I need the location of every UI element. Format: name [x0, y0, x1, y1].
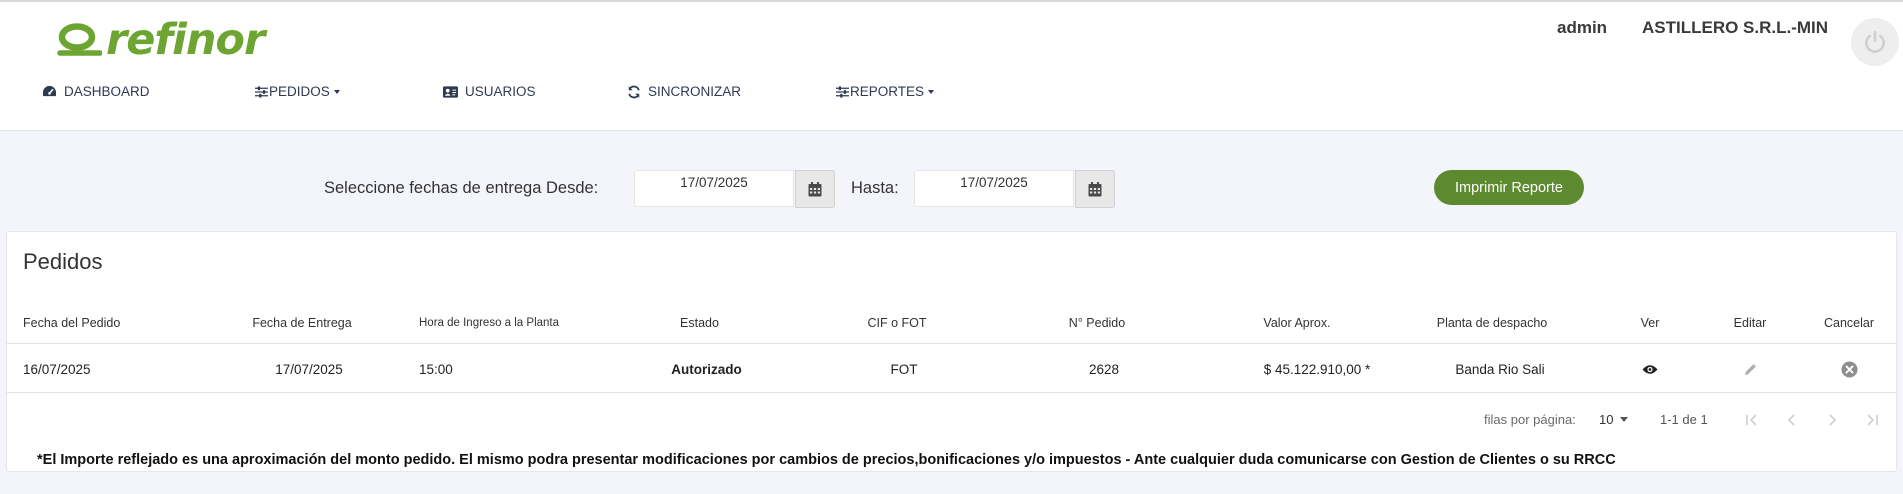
print-report-button[interactable]: Imprimir Reporte — [1434, 170, 1584, 205]
col-valor[interactable]: Valor Aprox. — [1232, 302, 1362, 344]
desde-calendar-button[interactable] — [795, 170, 835, 208]
sync-icon — [628, 85, 640, 98]
table-header: Fecha del Pedido Fecha de Entrega Hora d… — [7, 302, 1896, 344]
chevron-right-icon — [1829, 414, 1837, 426]
cell-valor: $ 45.122.910,00 * — [1263, 361, 1371, 377]
first-page-button[interactable] — [1741, 410, 1763, 430]
chevron-left-icon — [1787, 414, 1795, 426]
last-page-button[interactable] — [1861, 410, 1883, 430]
main-nav: DASHBOARD PEDIDOS USUARIOS SINCRONIZAR R… — [0, 84, 1903, 102]
logout-button[interactable] — [1851, 18, 1899, 66]
col-planta[interactable]: Planta de despacho — [1412, 302, 1572, 344]
prev-page-button[interactable] — [1781, 410, 1803, 430]
sliders-icon — [255, 85, 268, 98]
cell-cif-fot: FOT — [890, 361, 918, 377]
col-editar: Editar — [1733, 316, 1767, 330]
cell-nro-pedido: 2628 — [1088, 361, 1120, 377]
sliders-icon — [836, 85, 849, 98]
hasta-label: Hasta: — [851, 179, 899, 197]
company-name: ASTILLERO S.R.L.-MIN — [1642, 18, 1829, 37]
orders-title: Pedidos — [23, 249, 103, 274]
nav-sincronizar[interactable]: SINCRONIZAR — [627, 84, 741, 99]
nav-usuarios-label: USUARIOS — [465, 84, 536, 99]
col-cancelar: Cancelar — [1823, 316, 1875, 330]
col-hora-ingreso[interactable]: Hora de Ingreso a la Planta — [419, 302, 559, 344]
cell-fecha-pedido: 16/07/2025 — [23, 361, 91, 377]
nav-reportes[interactable]: REPORTES — [836, 84, 935, 99]
tachometer-icon — [43, 85, 56, 97]
first-page-icon — [1746, 414, 1757, 426]
price-disclaimer: *El Importe reflejado es una aproximació… — [37, 452, 1616, 468]
id-card-icon — [443, 85, 458, 98]
logo-mark-icon — [57, 23, 102, 56]
table-row: 16/07/2025 17/07/2025 15:00 Autorizado F… — [7, 345, 1896, 393]
chevron-down-icon — [1620, 417, 1629, 422]
view-button[interactable] — [1615, 345, 1685, 393]
nav-dashboard[interactable]: DASHBOARD — [42, 84, 150, 99]
nav-usuarios[interactable]: USUARIOS — [443, 84, 536, 99]
rows-per-page-value: 10 — [1599, 412, 1614, 427]
pencil-icon — [1744, 363, 1756, 375]
nav-sincronizar-label: SINCRONIZAR — [648, 84, 742, 99]
close-circle-icon — [1840, 360, 1858, 378]
desde-date-input[interactable] — [634, 170, 794, 207]
chevron-down-icon — [928, 89, 935, 94]
hasta-date-input[interactable] — [914, 170, 1074, 207]
date-filter: Seleccione fechas de entrega Desde: Hast… — [0, 170, 1903, 208]
rows-per-page-select[interactable]: 10 — [1599, 412, 1629, 427]
col-ver: Ver — [1640, 316, 1660, 330]
nav-pedidos[interactable]: PEDIDOS — [255, 84, 340, 99]
col-fecha-pedido[interactable]: Fecha del Pedido — [23, 302, 173, 344]
power-icon — [1865, 30, 1885, 53]
last-page-icon — [1867, 414, 1878, 426]
nav-reportes-label: REPORTES — [850, 84, 925, 99]
nav-dashboard-label: DASHBOARD — [64, 84, 150, 99]
refinor-logo[interactable]: refinor — [56, 15, 265, 65]
cancel-order-button[interactable] — [1814, 345, 1884, 393]
current-user: admin — [1557, 18, 1608, 37]
calendar-icon — [808, 181, 822, 196]
orders-card: Pedidos Fecha del Pedido Fecha de Entreg… — [6, 231, 1897, 472]
calendar-icon — [1088, 181, 1102, 196]
cell-planta: Banda Rio Sali — [1455, 361, 1545, 377]
nav-pedidos-label: PEDIDOS — [269, 84, 330, 99]
col-estado[interactable]: Estado — [637, 302, 762, 344]
pagination-range: 1-1 de 1 — [1660, 412, 1708, 427]
hasta-calendar-button[interactable] — [1075, 170, 1115, 208]
col-cif-fot[interactable]: CIF o FOT — [837, 302, 957, 344]
cell-estado: Autorizado — [671, 361, 742, 377]
cell-fecha-entrega: 17/07/2025 — [275, 361, 343, 377]
logo-wordmark: refinor — [106, 15, 265, 65]
eye-icon — [1642, 364, 1658, 374]
chevron-down-icon — [333, 89, 340, 94]
cell-hora-ingreso: 15:00 — [419, 361, 453, 377]
edit-button[interactable] — [1715, 345, 1785, 393]
app-header: refinor admin ASTILLERO S.R.L.-MIN DASHB… — [0, 2, 1903, 131]
desde-label: Seleccione fechas de entrega Desde: — [324, 179, 599, 197]
rows-per-page-label: filas por página: — [1484, 412, 1576, 427]
col-fecha-entrega[interactable]: Fecha de Entrega — [232, 302, 372, 344]
next-page-button[interactable] — [1821, 410, 1843, 430]
pagination: filas por página: 10 1-1 de 1 — [7, 410, 1896, 430]
col-nro-pedido[interactable]: N° Pedido — [1037, 302, 1157, 344]
